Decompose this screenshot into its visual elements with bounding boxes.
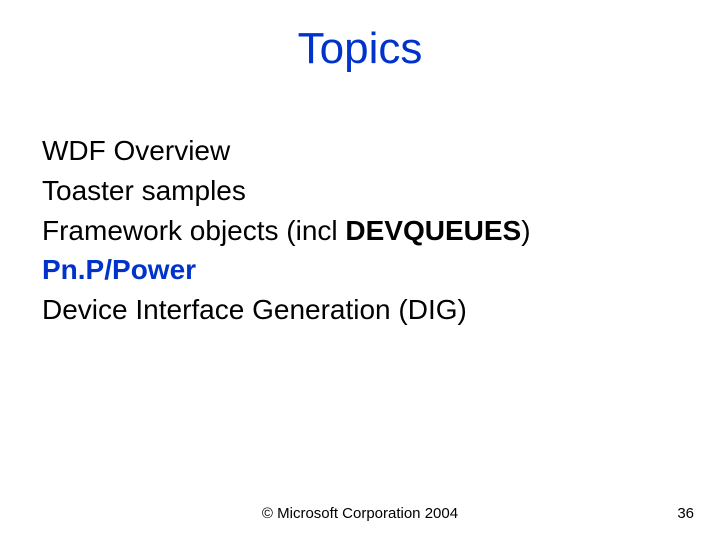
list-item-text: Framework objects (incl xyxy=(42,215,345,246)
topics-list: WDF Overview Toaster samples Framework o… xyxy=(42,132,678,331)
page-number: 36 xyxy=(677,505,694,522)
list-item: Toaster samples xyxy=(42,172,678,210)
list-item: Framework objects (incl DEVQUEUES) xyxy=(42,212,678,250)
list-item-text: ) xyxy=(521,215,530,246)
slide: Topics WDF Overview Toaster samples Fram… xyxy=(0,0,720,540)
list-item-bold: DEVQUEUES xyxy=(345,215,521,246)
slide-title: Topics xyxy=(0,24,720,74)
list-item: WDF Overview xyxy=(42,132,678,170)
footer-copyright: © Microsoft Corporation 2004 xyxy=(0,505,720,522)
list-item-highlight: Pn.P/Power xyxy=(42,251,678,289)
list-item: Device Interface Generation (DIG) xyxy=(42,291,678,329)
